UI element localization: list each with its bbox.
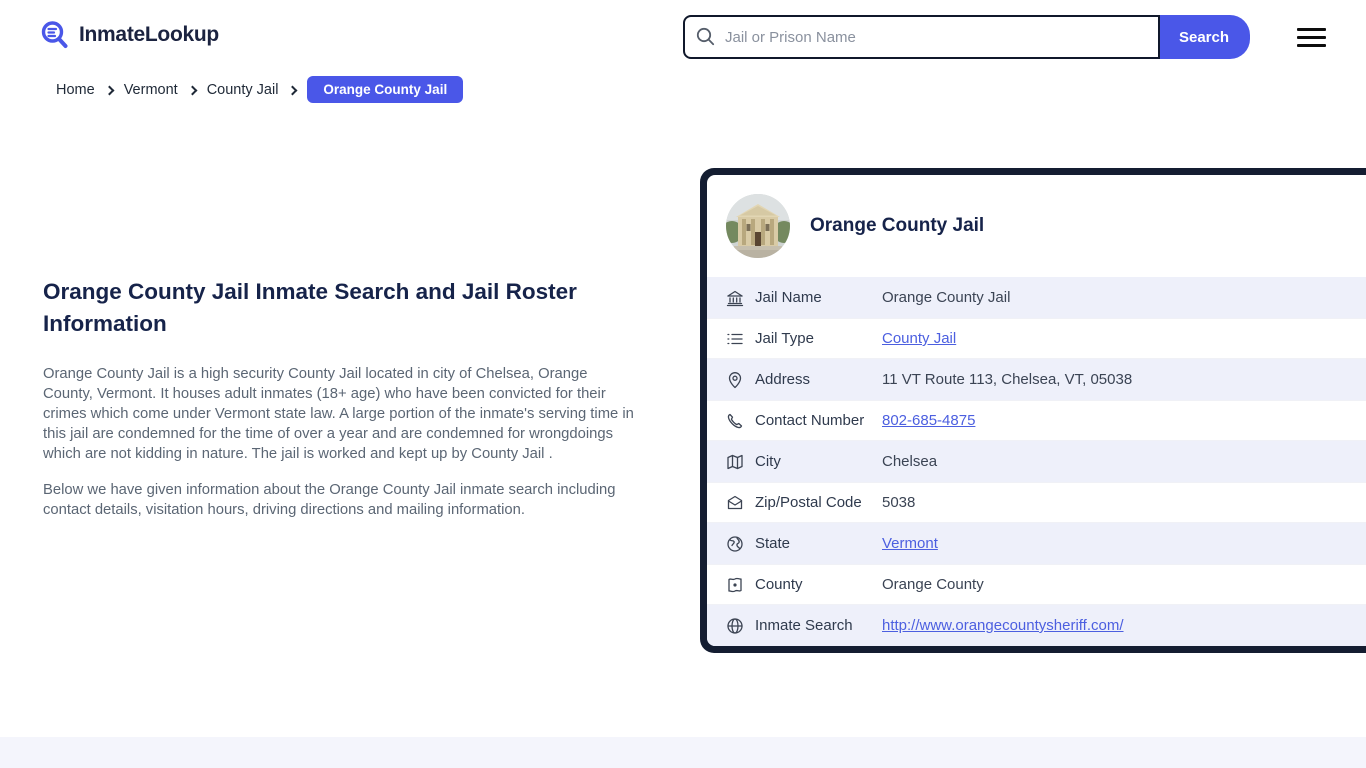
row-value: Chelsea — [882, 453, 938, 470]
globe-icon — [726, 617, 744, 635]
table-row-address: Address 11 VT Route 113, Chelsea, VT, 05… — [707, 359, 1366, 400]
magnifier-logo-icon — [41, 21, 68, 48]
search-bar: Search — [683, 15, 1250, 59]
chevron-right-icon — [104, 85, 115, 95]
chevron-right-icon — [187, 85, 198, 95]
page-title: Orange County Jail Inmate Search and Jai… — [43, 279, 577, 336]
table-row-jail-type: Jail Type County Jail — [707, 318, 1366, 359]
row-value: Orange County — [882, 576, 984, 593]
row-value: Orange County Jail — [882, 289, 1011, 306]
table-row-zip: Zip/Postal Code 5038 — [707, 482, 1366, 523]
brand-logo[interactable]: InmateLookup — [40, 20, 219, 50]
list-icon — [726, 330, 744, 348]
breadcrumb: Home Vermont County Jail Orange County J… — [56, 76, 464, 103]
row-label: Inmate Search — [755, 617, 853, 634]
row-label: Address — [755, 371, 811, 388]
row-label: Zip/Postal Code — [755, 494, 862, 511]
envelope-icon — [726, 494, 744, 512]
row-label: State — [755, 535, 791, 552]
article: Orange County Jail Inmate Search and Jai… — [43, 276, 635, 536]
jail-type-link[interactable]: County Jail — [882, 330, 956, 347]
intro-paragraph: Orange County Jail is a high security Co… — [43, 366, 634, 462]
jail-card-title: Orange County Jail — [810, 215, 985, 236]
row-label: City — [755, 453, 781, 470]
map-icon — [726, 453, 744, 471]
table-row-county: County Orange County — [707, 564, 1366, 605]
breadcrumb-vermont[interactable]: Vermont — [124, 82, 178, 98]
table-row-jail-name: Jail Name Orange County Jail — [707, 277, 1366, 318]
row-label: County — [755, 576, 803, 593]
card-header: Orange County Jail — [707, 175, 1366, 277]
phone-icon — [726, 412, 744, 430]
search-button[interactable]: Search — [1158, 15, 1250, 59]
info-paragraph: Below we have given information about th… — [43, 482, 616, 518]
breadcrumb-home[interactable]: Home — [56, 82, 95, 98]
table-row-city: City Chelsea — [707, 441, 1366, 482]
breadcrumb-county-jail[interactable]: County Jail — [207, 82, 279, 98]
jail-photo — [726, 194, 790, 258]
jail-info-table: Jail Name Orange County Jail Jail Type C… — [707, 277, 1366, 646]
table-row-contact-number: Contact Number 802-685-4875 — [707, 400, 1366, 441]
jail-info-card: Orange County Jail Jail Name Orange Coun… — [700, 168, 1366, 653]
row-label: Jail Type — [755, 330, 814, 347]
search-icon — [696, 27, 715, 46]
header: InmateLookup Search — [0, 0, 1366, 72]
inmate-search-link[interactable]: http://www.orangecountysheriff.com/ — [882, 617, 1124, 634]
menu-icon[interactable] — [1297, 28, 1326, 47]
state-link[interactable]: Vermont — [882, 535, 938, 552]
map-pin-icon — [726, 371, 744, 389]
bank-icon — [726, 289, 744, 307]
county-map-icon — [726, 576, 744, 594]
breadcrumb-current-badge[interactable]: Orange County Jail — [307, 76, 464, 103]
table-row-state: State Vermont — [707, 523, 1366, 564]
row-label: Contact Number — [755, 412, 865, 429]
table-row-inmate-search: Inmate Search http://www.orangecountyshe… — [707, 605, 1366, 646]
search-input[interactable] — [683, 15, 1160, 59]
globe-icon — [726, 535, 744, 553]
row-label: Jail Name — [755, 289, 822, 306]
brand-name: InmateLookup — [79, 23, 219, 46]
footer-section — [0, 737, 1366, 768]
row-value: 11 VT Route 113, Chelsea, VT, 05038 — [882, 371, 1133, 388]
row-value: 5038 — [882, 494, 916, 511]
phone-link[interactable]: 802-685-4875 — [882, 412, 975, 429]
chevron-right-icon — [287, 85, 298, 95]
